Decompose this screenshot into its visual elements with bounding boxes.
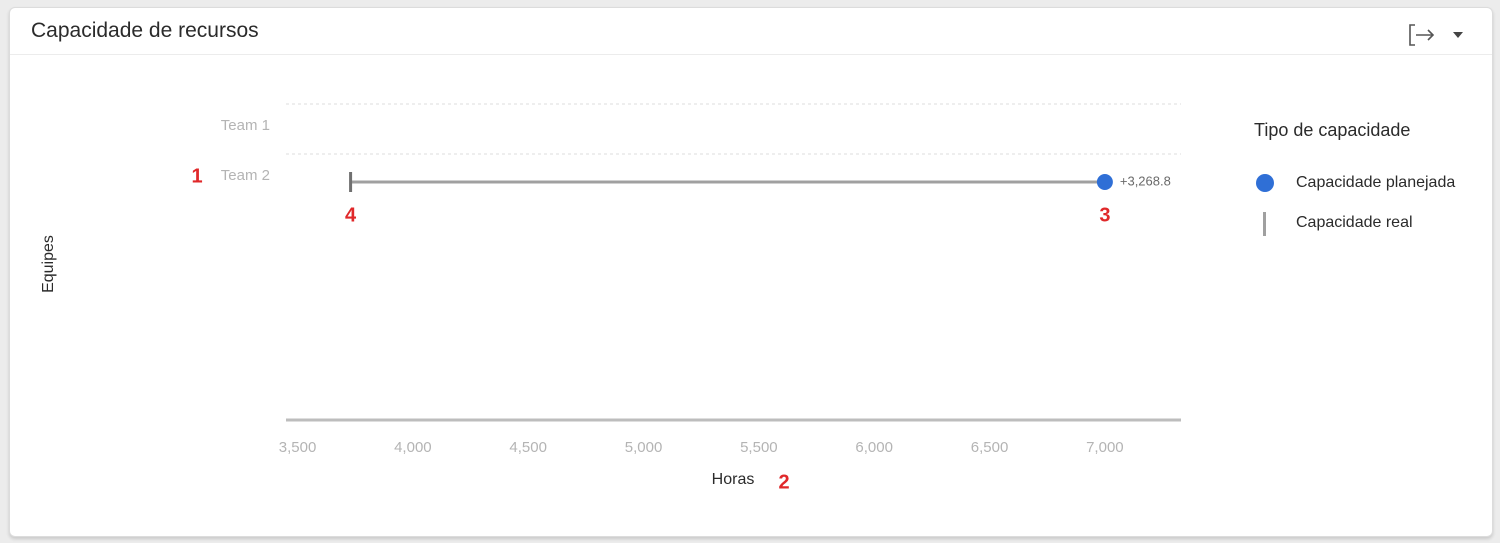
bar-marker-icon	[1254, 212, 1276, 236]
x-tick-label: 6,000	[855, 439, 893, 456]
y-category-labels: Team 1 Team 2	[221, 117, 270, 184]
y-axis-title: Equipes	[40, 235, 57, 293]
resource-capacity-card: Capacidade de recursos Team 1 Team 2 +3,2…	[9, 7, 1493, 537]
legend-item-actual[interactable]: Capacidade real	[1254, 211, 1484, 236]
x-tick-label: 4,500	[509, 439, 547, 456]
x-axis: Equipes 3,500 4,000 4,500 5,000 5,500 6,000 6,5…	[40, 235, 1181, 488]
dot-marker-icon	[1254, 172, 1276, 194]
x-axis-title: Horas	[712, 471, 755, 488]
legend-item-planned[interactable]: Capacidade planejada	[1254, 171, 1484, 195]
legend-title: Tipo de capacidade	[1254, 120, 1411, 140]
legend-label-actual: Capacidade real	[1296, 214, 1413, 231]
y-category-label: Team 2	[221, 167, 270, 184]
chart-legend: Tipo de capacidade Capacidade planejada …	[1254, 120, 1484, 251]
x-tick-label: 3,500	[279, 439, 317, 456]
planned-capacity-point	[1096, 174, 1113, 190]
chart-grid	[286, 103, 1181, 155]
data-label: +3,268.8	[1120, 173, 1171, 188]
capacity-chart: Team 1 Team 2 +3,268.8 Equipes 3,500 4,000 4…	[40, 103, 1181, 493]
annotation-marker: 4	[345, 204, 357, 226]
y-category-label: Team 1	[221, 117, 270, 134]
x-tick-label: 5,500	[740, 439, 778, 456]
actual-capacity-marker	[349, 172, 353, 192]
x-tick-label: 7,000	[1086, 439, 1124, 456]
annotation-marker: 2	[778, 471, 789, 493]
annotation-marker: 1	[191, 165, 202, 187]
x-tick-label: 5,000	[625, 439, 663, 456]
legend-label-planned: Capacidade planejada	[1296, 174, 1456, 191]
x-tick-label: 4,000	[394, 439, 432, 456]
chart-series: +3,268.8	[349, 172, 1171, 192]
annotation-marker: 3	[1099, 204, 1110, 226]
x-tick-label: 6,500	[971, 439, 1009, 456]
